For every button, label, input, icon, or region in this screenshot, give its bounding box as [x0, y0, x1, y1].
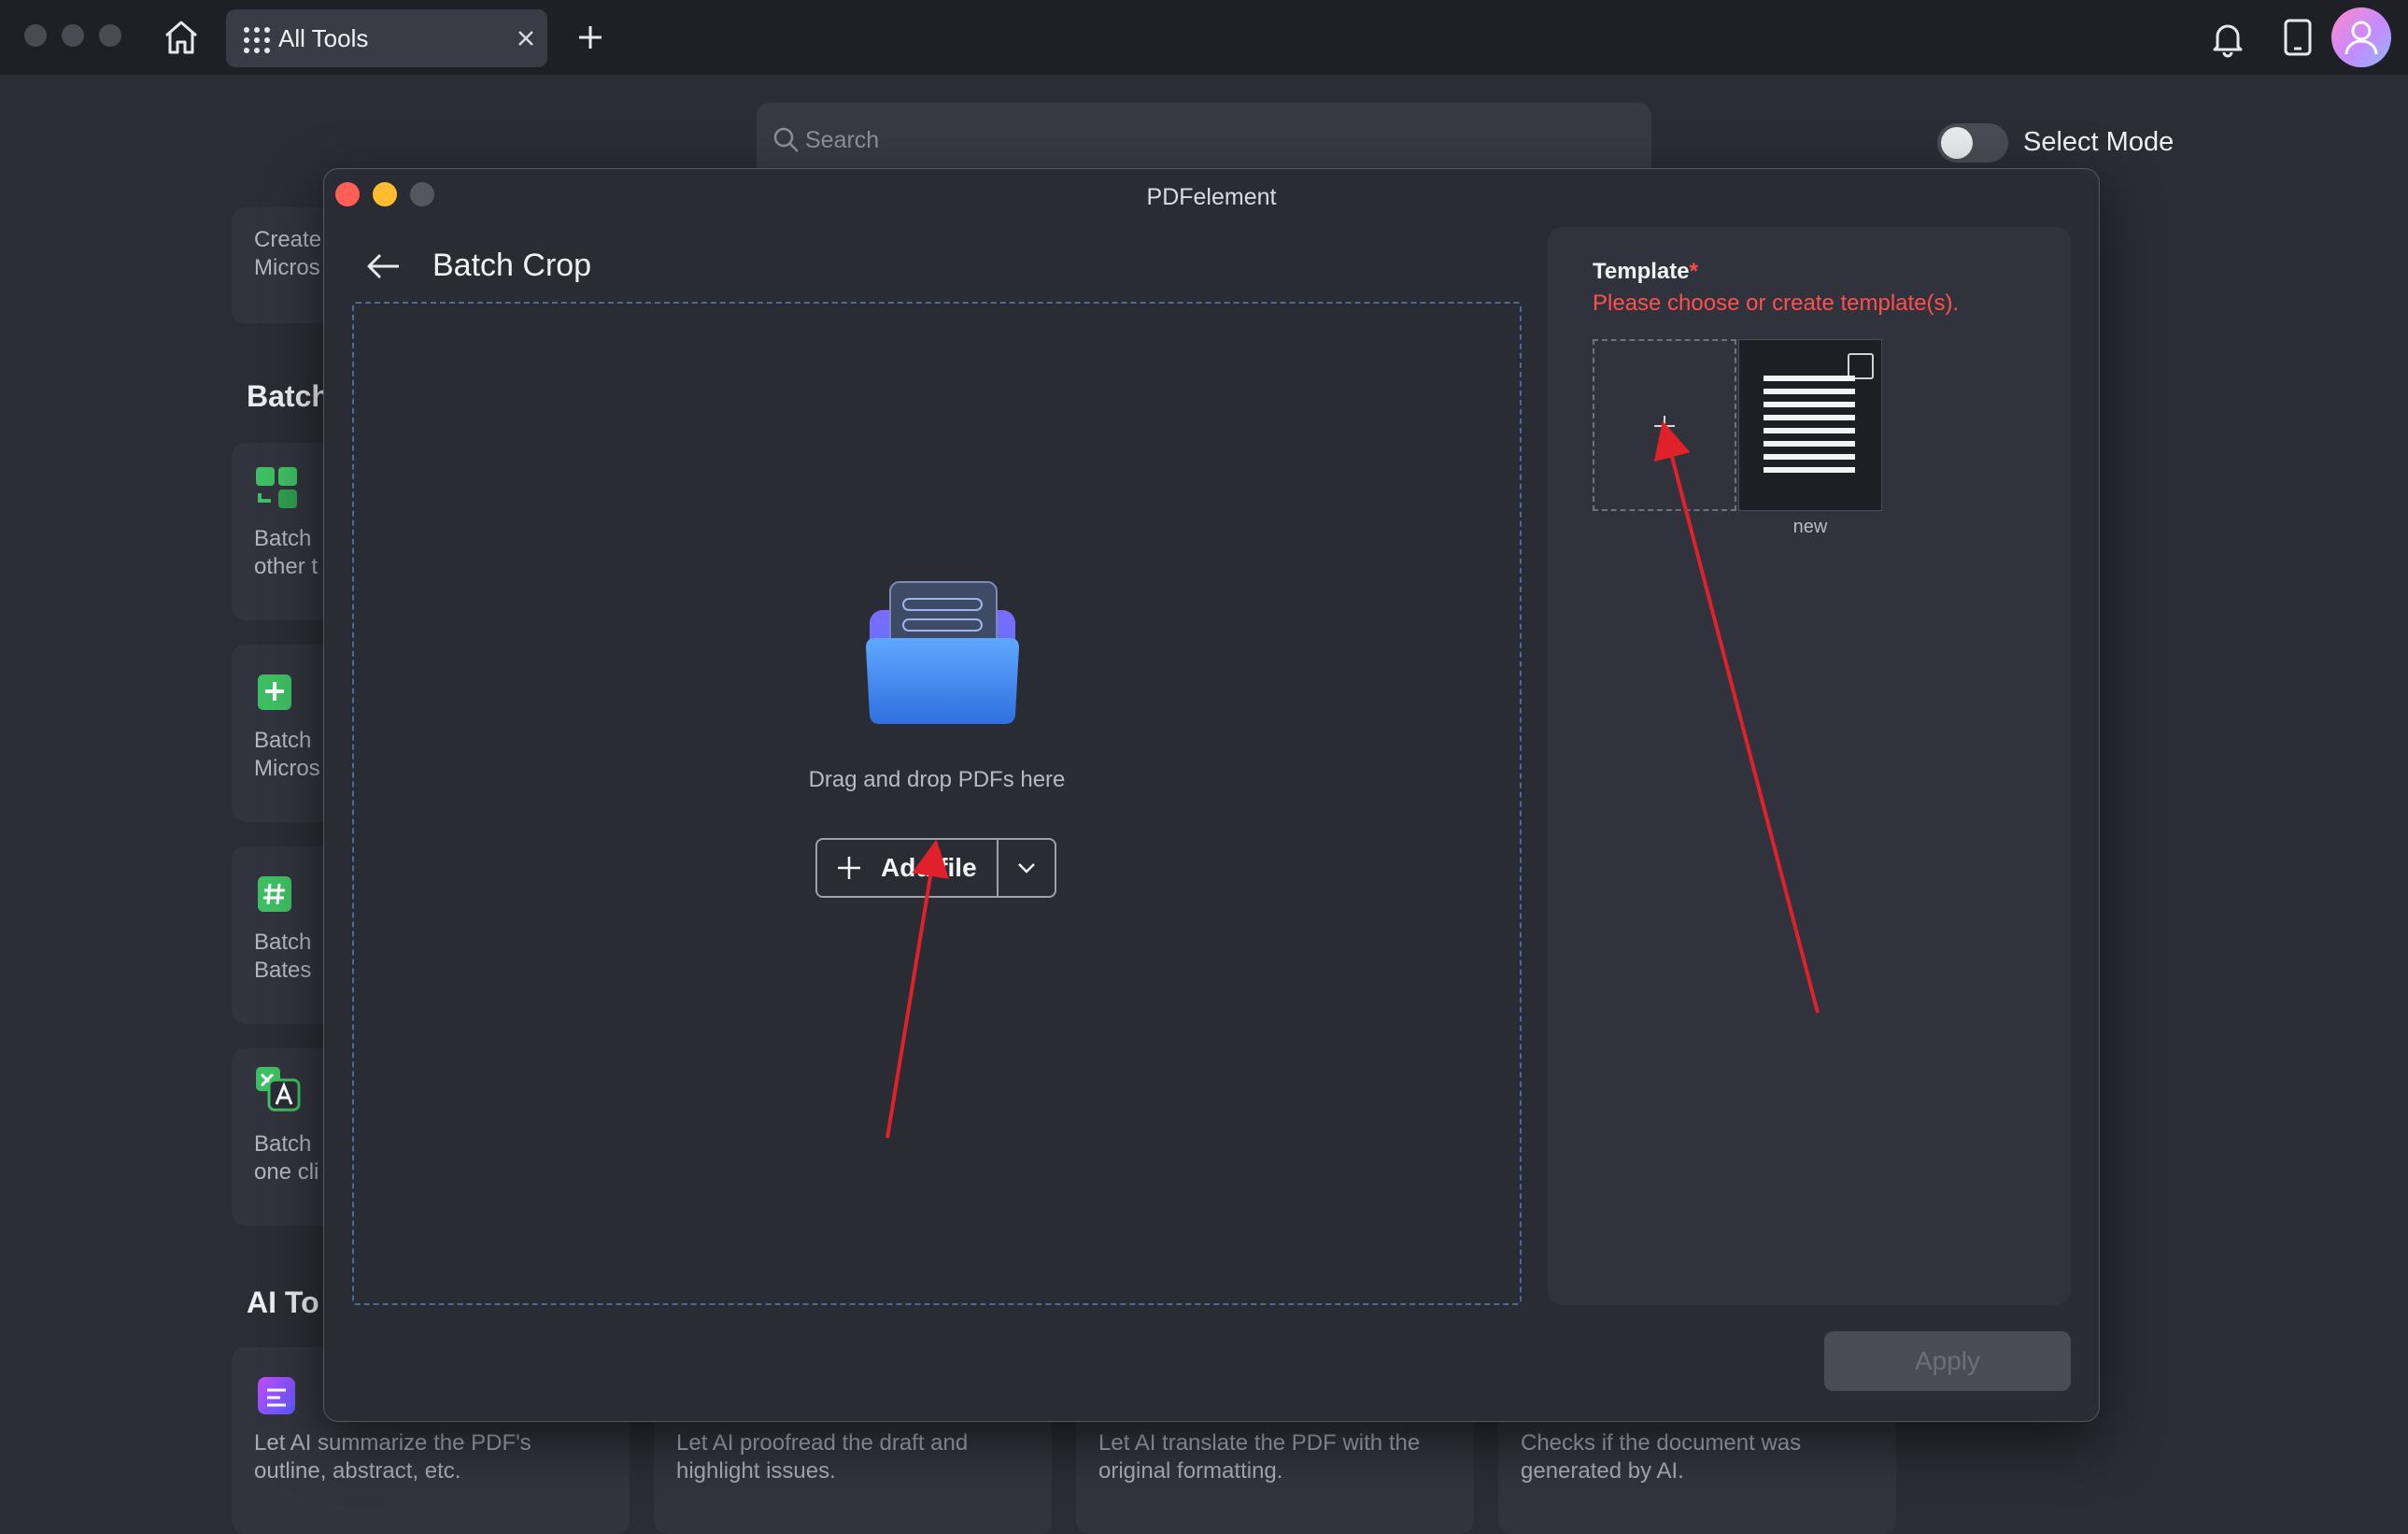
card-text: Batch	[254, 728, 312, 753]
template-name: new	[1792, 517, 1828, 537]
back-arrow-icon[interactable]	[363, 246, 404, 287]
drop-instructions: Drag and drop PDFs here	[808, 767, 1066, 792]
window-zoom-dot[interactable]	[99, 24, 121, 47]
template-label: Template*	[1593, 259, 1698, 285]
card-text: highlight issues.	[676, 1458, 836, 1484]
card-text: other t	[254, 554, 319, 579]
dialog-window-title: PDFelement	[1146, 184, 1277, 210]
card-text: Micros	[254, 255, 320, 280]
tablet-icon[interactable]	[2279, 17, 2316, 58]
search-placeholder: Search	[805, 127, 880, 153]
add-file-dropdown[interactable]	[999, 840, 1055, 896]
apps-grid-icon	[243, 26, 271, 54]
plus-icon	[836, 855, 862, 881]
batch-translate-icon	[254, 1065, 301, 1112]
batch-create-icon	[254, 669, 299, 714]
card-text: Batch	[254, 1131, 312, 1157]
window-close-dot[interactable]	[24, 24, 47, 47]
card-text: Let AI summarize the PDF's	[254, 1430, 531, 1456]
select-mode-label: Select Mode	[2023, 127, 2174, 157]
thumbnail-line	[1764, 454, 1855, 460]
title-bar: All Tools	[0, 0, 2408, 75]
card-text: Batch	[254, 526, 312, 551]
page-title: Batch Crop	[432, 248, 592, 283]
card-text: Checks if the document was	[1521, 1430, 1802, 1456]
window-minimize-dot[interactable]	[62, 24, 84, 47]
template-label-text: Template	[1593, 259, 1690, 284]
card-text: original formatting.	[1098, 1458, 1283, 1484]
add-file-button[interactable]: Add file	[817, 840, 997, 896]
thumbnail-line	[1764, 376, 1855, 381]
apply-button[interactable]: Apply	[1824, 1331, 2071, 1391]
thumbnail-line	[1764, 402, 1855, 407]
card-text: Let AI proofread the draft and	[676, 1430, 969, 1456]
template-panel: Template* Please choose or create templa…	[1548, 227, 2071, 1305]
section-title-batch: Batch	[247, 379, 330, 413]
card-text: Bates	[254, 958, 312, 983]
card-text: Batch	[254, 930, 312, 955]
thumbnail-line	[1764, 415, 1855, 420]
batch-convert-icon	[254, 465, 299, 510]
template-hint: Please choose or create template(s).	[1593, 291, 1960, 316]
tab-label: All Tools	[278, 24, 369, 52]
bell-icon[interactable]	[2208, 19, 2247, 58]
chevron-down-icon	[1018, 863, 1035, 874]
template-thumbnail-new[interactable]	[1738, 339, 1882, 511]
card-text: outline, abstract, etc.	[254, 1458, 461, 1484]
create-template-button[interactable]	[1593, 339, 1736, 511]
required-mark: *	[1689, 259, 1698, 284]
batch-bates-icon	[254, 871, 299, 916]
close-icon[interactable]	[512, 24, 540, 52]
new-tab-plus-icon[interactable]	[574, 21, 607, 54]
tab-all-tools[interactable]: All Tools	[226, 9, 547, 67]
home-icon[interactable]	[161, 17, 202, 58]
toggle-knob	[1941, 127, 1973, 159]
card-text: generated by AI.	[1521, 1458, 1684, 1484]
thumbnail-line	[1764, 441, 1855, 447]
add-file-label: Add file	[881, 853, 977, 882]
section-title-ai-tools: AI To	[247, 1285, 319, 1319]
batch-crop-dialog: PDFelement Batch Crop Drag and drop PDFs…	[323, 168, 2100, 1422]
search-icon	[772, 125, 801, 155]
plus-icon	[1654, 416, 1675, 436]
card-text: Create	[254, 227, 322, 252]
thumbnail-line	[1764, 389, 1855, 394]
folder-icon	[858, 569, 1027, 737]
thumbnail-line	[1764, 467, 1855, 473]
select-mode-toggle[interactable]	[1937, 123, 2008, 163]
pdf-drop-zone[interactable]: Drag and drop PDFs here Add file	[352, 302, 1522, 1305]
avatar[interactable]	[2331, 7, 2391, 67]
card-text: Micros	[254, 756, 320, 781]
card-text: Let AI translate the PDF with the	[1098, 1430, 1421, 1456]
thumbnail-line	[1764, 428, 1855, 433]
card-text: one cli	[254, 1159, 319, 1185]
ai-summarize-icon	[254, 1373, 299, 1418]
add-file-split-button: Add file	[815, 838, 1056, 898]
